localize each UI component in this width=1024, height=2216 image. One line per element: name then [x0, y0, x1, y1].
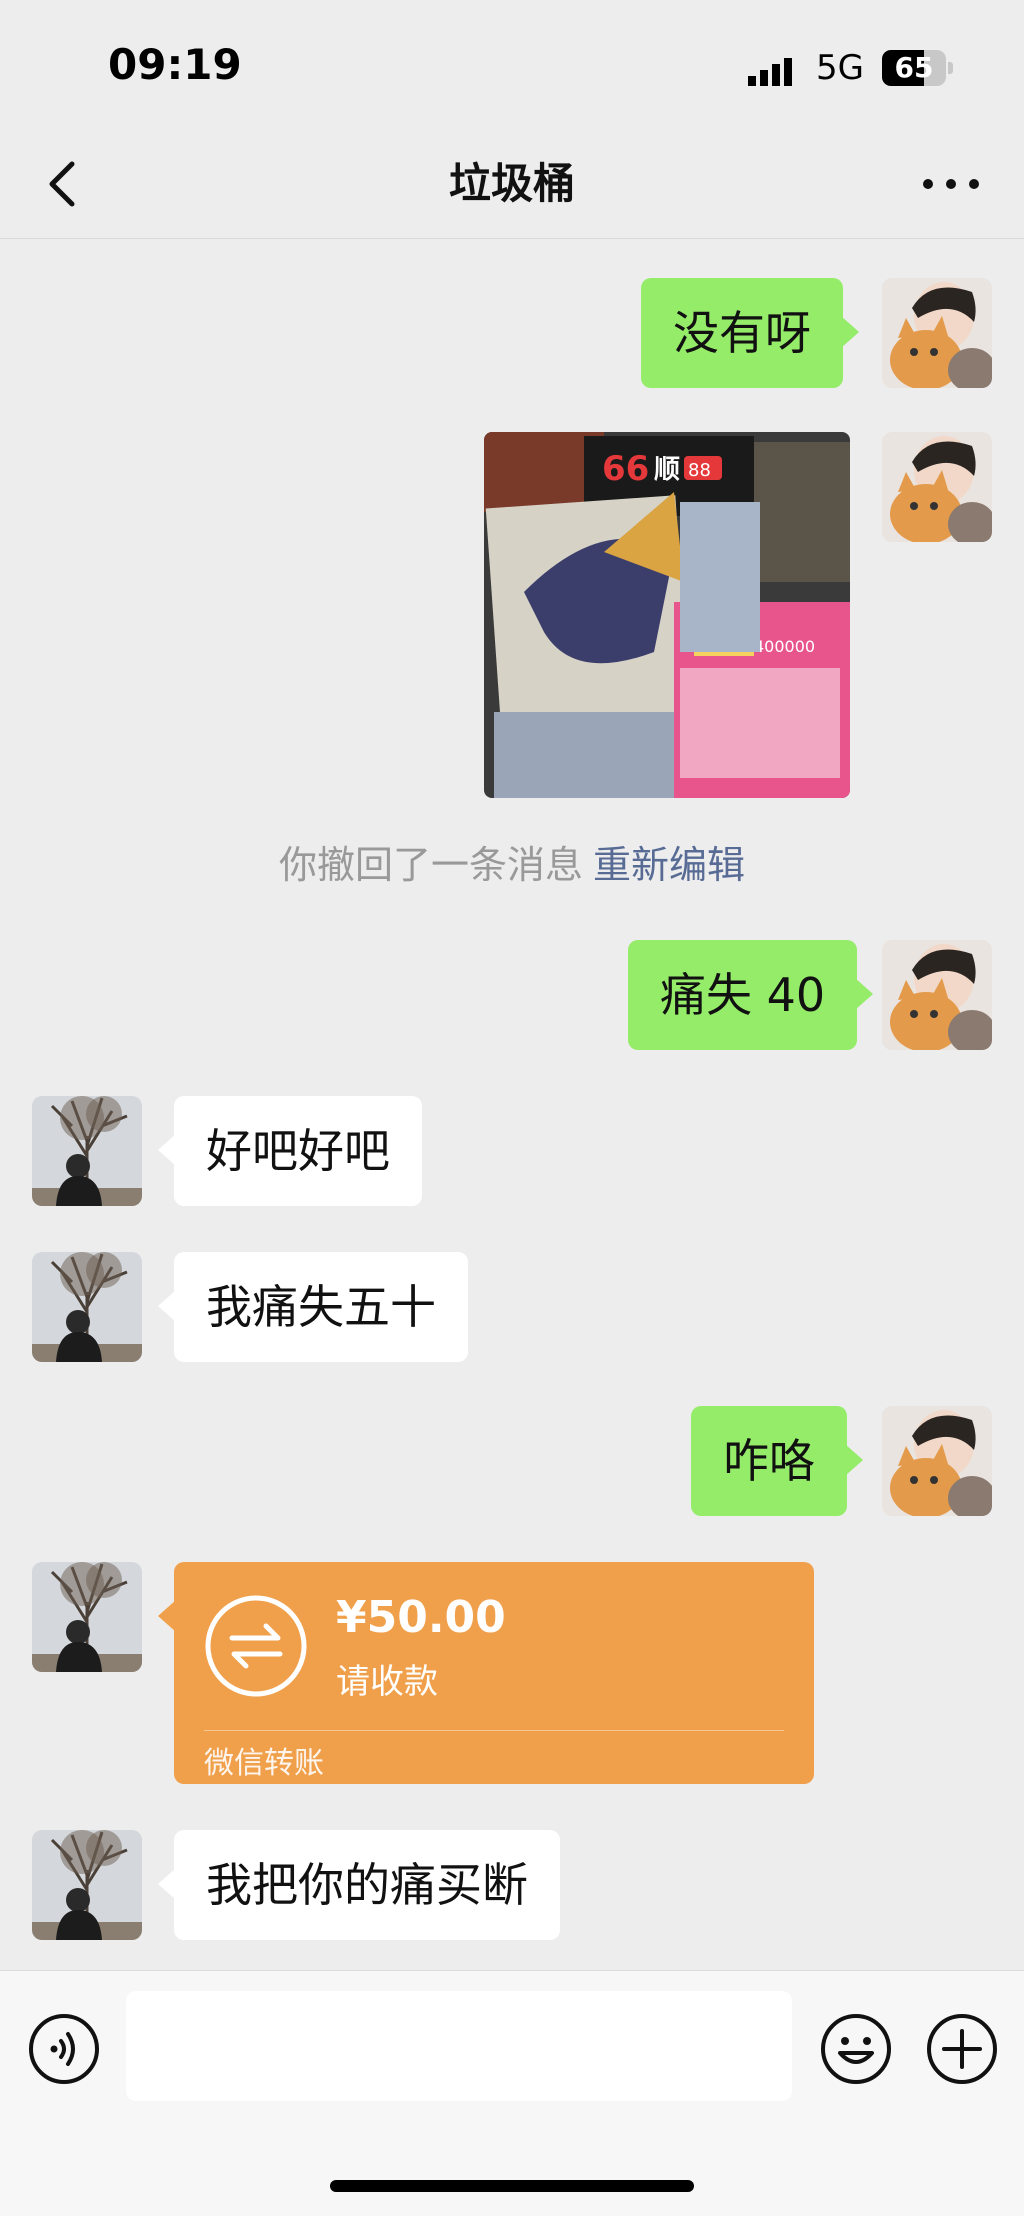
re-edit-link[interactable]: 重新编辑: [593, 843, 745, 887]
svg-text:66: 66: [602, 449, 649, 489]
status-bar: 09:19 5G 65: [0, 0, 1024, 130]
avatar[interactable]: [882, 1406, 992, 1516]
message-bubble-self[interactable]: 痛失 40: [628, 940, 874, 1050]
transfer-status: 请收款: [336, 1662, 438, 1702]
network-label: 5G: [816, 48, 864, 88]
transfer-card[interactable]: ¥50.00 请收款 微信转账: [158, 1562, 814, 1784]
home-indicator[interactable]: [330, 2180, 694, 2192]
battery-level: 65: [894, 51, 934, 84]
message-text: 我把你的痛买断: [206, 1858, 528, 1912]
photo-lottery-tickets-icon: 66 顺 88 400000: [484, 432, 850, 798]
chat-header: 垃圾桶: [0, 130, 1024, 239]
avatar[interactable]: [32, 1252, 142, 1362]
voice-input-icon[interactable]: [28, 2013, 100, 2085]
photo-message[interactable]: 66 顺 88 400000: [484, 432, 850, 798]
back-chevron-icon[interactable]: [40, 154, 84, 214]
message-bubble-other[interactable]: 我把你的痛买断: [158, 1830, 560, 1940]
message-input[interactable]: [126, 1991, 792, 2101]
svg-text:88: 88: [688, 460, 711, 481]
message-text: 我痛失五十: [206, 1280, 436, 1334]
avatar[interactable]: [32, 1830, 142, 1940]
battery-icon: 65: [882, 50, 954, 86]
plus-icon[interactable]: [926, 2013, 998, 2085]
message-text: 没有呀: [673, 306, 811, 360]
emoji-icon[interactable]: [820, 2013, 892, 2085]
transfer-brand: 微信转账: [204, 1746, 324, 1781]
avatar[interactable]: [882, 940, 992, 1050]
system-note: 你撤回了一条消息 重新编辑: [0, 834, 1024, 889]
avatar[interactable]: [882, 278, 992, 388]
message-text: 咋咯: [723, 1434, 815, 1488]
message-bubble-other[interactable]: 我痛失五十: [158, 1252, 468, 1362]
signal-icon: [748, 58, 792, 86]
avatar[interactable]: [32, 1096, 142, 1206]
avatar[interactable]: [882, 432, 992, 542]
avatar[interactable]: [32, 1562, 142, 1672]
message-text: 痛失 40: [660, 968, 826, 1022]
message-bubble-self[interactable]: 没有呀: [641, 278, 859, 388]
message-text: 好吧好吧: [206, 1124, 390, 1178]
chat-title: 垃圾桶: [448, 159, 575, 208]
svg-text:400000: 400000: [754, 637, 815, 656]
transfer-amount: ¥50.00: [336, 1592, 506, 1643]
transfer-arrows-icon: [205, 1595, 307, 1697]
status-time: 09:19: [108, 40, 242, 89]
message-bubble-other[interactable]: 好吧好吧: [158, 1096, 422, 1206]
svg-text:顺: 顺: [654, 455, 680, 485]
message-bubble-self[interactable]: 咋咯: [691, 1406, 863, 1516]
recall-notice: 你撤回了一条消息: [278, 843, 583, 887]
divider: [204, 1730, 784, 1731]
more-options-icon[interactable]: [916, 166, 986, 202]
